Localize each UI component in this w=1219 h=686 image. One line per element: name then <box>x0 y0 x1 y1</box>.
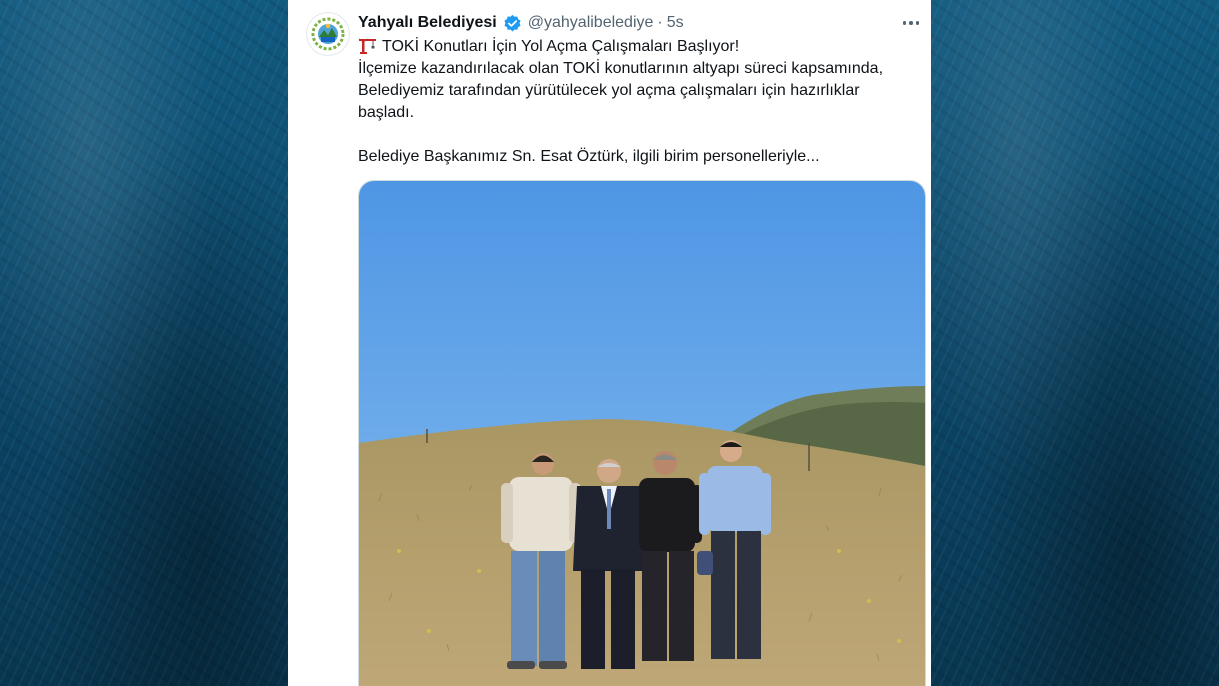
author-handle[interactable]: @yahyalibelediye <box>528 14 654 32</box>
tweet-title-line: TOKİ Konutları İçin Yol Açma Çalışmaları… <box>358 36 920 58</box>
background-texture-right <box>931 0 1219 686</box>
tweet-body: İlçemize kazandırılacak olan TOKİ konutl… <box>358 60 884 121</box>
background-texture-left <box>0 0 288 686</box>
verified-badge-icon[interactable] <box>503 14 522 33</box>
avatar[interactable] <box>306 12 350 56</box>
more-options-icon[interactable] <box>899 12 923 34</box>
tweet-timestamp[interactable]: 5s <box>667 14 684 32</box>
separator-dot: · <box>657 14 663 31</box>
tweet-photo[interactable] <box>358 180 926 686</box>
tweet-title: TOKİ Konutları İçin Yol Açma Çalışmaları… <box>382 38 740 55</box>
municipality-logo-icon <box>308 14 348 54</box>
tweet-more-text[interactable]: Belediye Başkanımız Sn. Esat Öztürk, ilg… <box>358 146 920 168</box>
tweet-header: Yahyalı Belediyesi @yahyalibelediye · 5s <box>358 12 684 34</box>
tweet-card[interactable]: Yahyalı Belediyesi @yahyalibelediye · 5s <box>288 0 931 686</box>
tweet-text: TOKİ Konutları İçin Yol Açma Çalışmaları… <box>358 36 920 168</box>
crane-icon <box>358 36 378 54</box>
photo-four-men-in-field <box>359 181 925 686</box>
author-name[interactable]: Yahyalı Belediyesi <box>358 14 497 32</box>
